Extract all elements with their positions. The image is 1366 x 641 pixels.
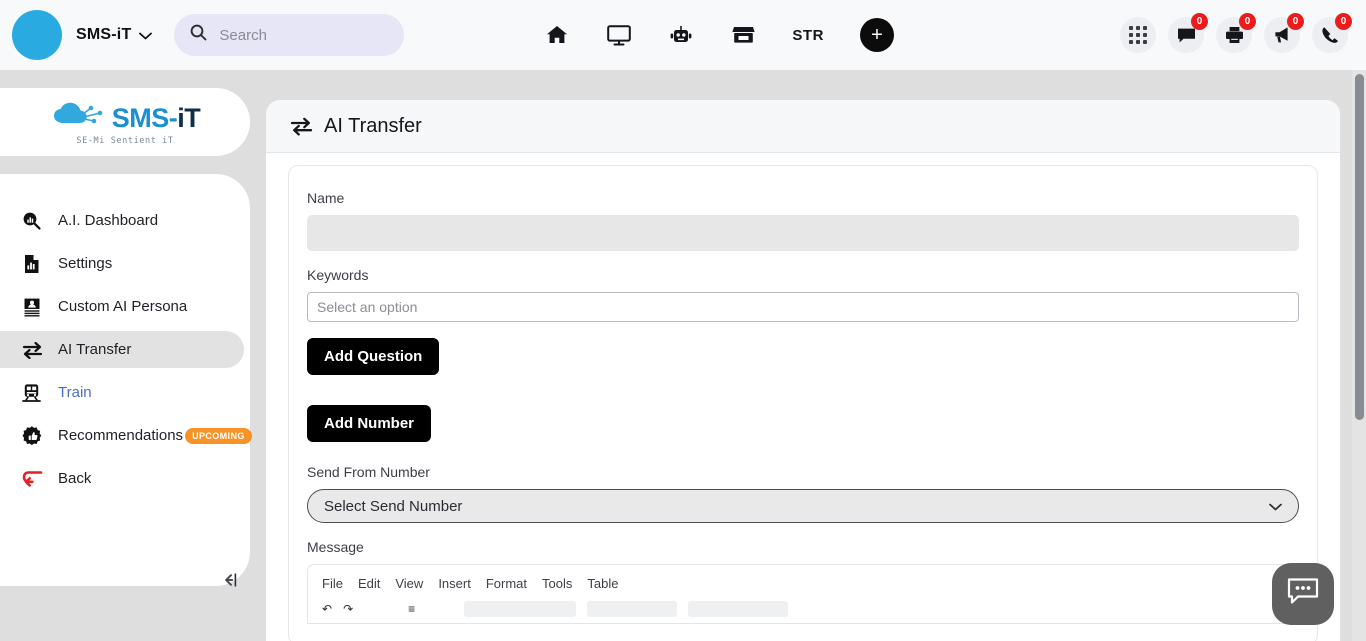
editor-menu-table[interactable]: Table	[587, 576, 618, 591]
add-number-button[interactable]: Add Number	[307, 405, 431, 442]
sidebar-item-ai-dashboard[interactable]: A.I. Dashboard	[0, 202, 244, 239]
sidebar-logo-card[interactable]: SMS-iT SE-Mi Sentient iT	[0, 88, 250, 156]
paragraph-style-icon[interactable]: ≡	[408, 602, 415, 616]
sidebar-item-recommendations[interactable]: Recommendations UPCOMING	[0, 417, 252, 454]
sidebar-item-custom-ai-persona[interactable]: Custom AI Persona	[0, 288, 244, 325]
name-input[interactable]	[307, 215, 1299, 251]
phone-icon[interactable]: 0	[1312, 13, 1352, 53]
printer-icon[interactable]: 0	[1216, 13, 1256, 53]
page-title: AI Transfer	[324, 114, 422, 137]
chat-badge: 0	[1191, 13, 1208, 30]
sidebar-collapse-button[interactable]	[218, 568, 242, 592]
font-family-select[interactable]	[464, 601, 577, 617]
send-from-number-select[interactable]: Select Send Number	[307, 489, 1299, 523]
add-question-button[interactable]: Add Question	[307, 338, 440, 375]
keywords-select[interactable]: Select an option	[307, 292, 1299, 322]
editor-toolbar: ↶ ↷ ≡	[308, 591, 1298, 617]
format-select[interactable]	[688, 601, 789, 617]
sidebar-item-label: Settings	[58, 255, 113, 272]
main-panel: AI Transfer Name Keywords Select an opti…	[266, 100, 1340, 641]
document-chart-icon	[22, 254, 48, 274]
send-from-number-label: Send From Number	[307, 464, 430, 480]
upcoming-badge: UPCOMING	[185, 427, 252, 444]
back-arrow-icon	[22, 470, 48, 488]
primary-nav: STR +	[544, 18, 894, 52]
editor-menu-view[interactable]: View	[395, 576, 423, 591]
editor-menu-insert[interactable]: Insert	[438, 576, 471, 591]
transfer-arrows-icon	[22, 341, 48, 359]
sms-it-cloud-logo-icon	[50, 99, 108, 138]
chat-support-widget[interactable]	[1272, 563, 1334, 625]
brand-avatar[interactable]	[12, 10, 62, 60]
sidebar-item-settings[interactable]: Settings	[0, 245, 244, 282]
sidebar-item-label: AI Transfer	[58, 341, 132, 358]
font-size-select[interactable]	[587, 601, 678, 617]
sidebar-item-label: A.I. Dashboard	[58, 212, 159, 229]
transfer-arrows-icon	[290, 117, 313, 136]
thumbs-up-badge-icon	[22, 425, 48, 446]
page-scrollbar-thumb[interactable]	[1355, 74, 1364, 420]
sidebar-item-label: Custom AI Persona	[58, 298, 188, 315]
add-button[interactable]: +	[859, 18, 894, 52]
logo-tagline: SE-Mi Sentient iT	[76, 135, 174, 146]
top-right-actions: 0 0 0 0	[1120, 0, 1352, 70]
chat-bubble-icon[interactable]: 0	[1168, 13, 1208, 53]
home-icon[interactable]	[544, 22, 570, 48]
sidebar-item-label: Back	[58, 470, 92, 487]
megaphone-badge: 0	[1287, 13, 1304, 30]
brand-name[interactable]: SMS-iT	[76, 26, 131, 44]
sidebar-menu: A.I. Dashboard Settings Custom AI Person…	[0, 174, 252, 586]
sidebar-item-label: Recommendations	[58, 427, 184, 444]
sidebar-item-back[interactable]: Back	[0, 460, 244, 497]
robot-icon[interactable]	[668, 22, 694, 48]
monitor-icon[interactable]	[606, 22, 632, 48]
editor-menu-edit[interactable]: Edit	[358, 576, 380, 591]
editor-menu-tools[interactable]: Tools	[542, 576, 572, 591]
sidebar: SMS-iT SE-Mi Sentient iT A.I. Dashboard …	[0, 70, 260, 641]
send-from-number-value: Select Send Number	[324, 497, 463, 515]
name-label: Name	[307, 190, 345, 206]
page-body: SMS-iT SE-Mi Sentient iT A.I. Dashboard …	[0, 70, 1366, 641]
logo-text: SMS-iT	[111, 102, 201, 133]
top-navigation-bar: SMS-iT Search STR + 0 0 0 0	[0, 0, 1366, 70]
editor-menu-file[interactable]: File	[322, 576, 343, 591]
editor-menubar: File Edit View Insert Format Tools Table	[308, 565, 1298, 591]
chevron-down-icon	[1269, 498, 1282, 515]
id-card-icon	[22, 297, 48, 317]
redo-icon[interactable]: ↷	[343, 602, 353, 616]
sidebar-item-ai-transfer[interactable]: AI Transfer	[0, 331, 244, 368]
message-label: Message	[307, 539, 364, 555]
search-input[interactable]: Search	[219, 27, 267, 44]
editor-menu-format[interactable]: Format	[486, 576, 527, 591]
sidebar-item-train[interactable]: Train	[0, 374, 244, 411]
store-icon[interactable]	[730, 22, 756, 48]
str-link[interactable]: STR	[792, 27, 824, 44]
printer-badge: 0	[1239, 13, 1256, 30]
panel-header: AI Transfer	[266, 100, 1340, 153]
message-rich-text-editor[interactable]: File Edit View Insert Format Tools Table…	[307, 564, 1299, 624]
search-box[interactable]: Search	[174, 14, 405, 56]
sidebar-item-label: Train	[58, 384, 92, 401]
undo-icon[interactable]: ↶	[322, 602, 332, 616]
apps-grid-icon[interactable]	[1120, 17, 1156, 53]
chevron-down-icon[interactable]	[139, 28, 153, 43]
keywords-label: Keywords	[307, 267, 369, 283]
ai-transfer-form: Name Keywords Select an option Add Quest…	[288, 165, 1318, 641]
chat-bubble-dots-icon	[1286, 577, 1320, 612]
megaphone-icon[interactable]: 0	[1264, 13, 1304, 53]
search-icon	[190, 24, 207, 46]
dashboard-search-chart-icon	[22, 211, 48, 230]
train-icon	[22, 383, 48, 403]
phone-badge: 0	[1335, 13, 1352, 30]
